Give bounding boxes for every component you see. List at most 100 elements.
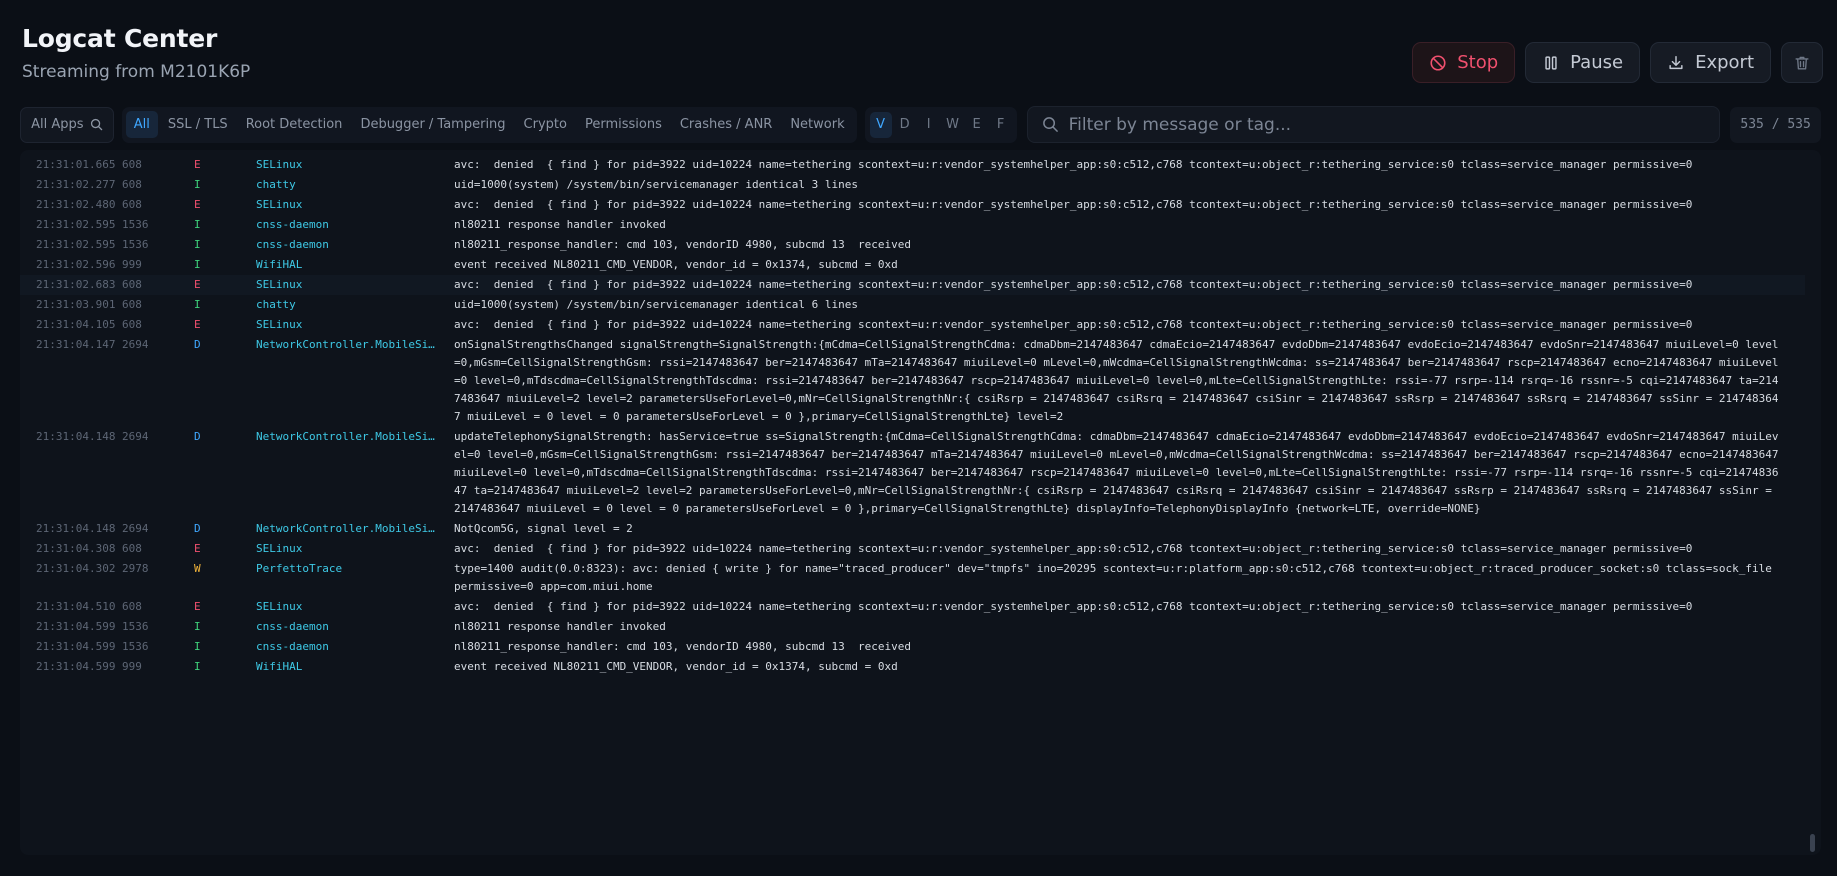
log-level: E	[194, 278, 201, 291]
log-pid: 1536	[122, 620, 149, 633]
log-pid: 608	[122, 158, 142, 171]
app-filter-dropdown[interactable]: All Apps	[20, 106, 114, 143]
log-time: 21:31:04.148	[36, 430, 116, 443]
log-tag: SELinux	[256, 542, 303, 555]
filter-input[interactable]	[1068, 114, 1709, 135]
log-row[interactable]: 21:31:04.148 2694 D NetworkController.Mobil…	[20, 519, 1805, 539]
log-pid: 2694	[122, 338, 149, 351]
log-level: I	[194, 178, 201, 191]
log-row[interactable]: 21:31:04.147 2694 D NetworkController.Mobil…	[20, 335, 1805, 427]
header-actions: Stop Pause Export	[1412, 42, 1823, 83]
log-pid: 608	[122, 542, 142, 555]
log-tag: cnss-daemon	[256, 238, 329, 251]
log-view[interactable]: 21:31:01.665 608 E SELinux avc: denied { fin…	[20, 150, 1821, 855]
log-time: 21:31:02.683	[36, 278, 116, 291]
log-level: I	[194, 640, 201, 653]
level-verbose[interactable]: V	[869, 111, 892, 138]
log-row[interactable]: 21:31:04.599 1536 Icnss-daemon nl80211_resp…	[20, 637, 1805, 657]
log-level: E	[194, 542, 201, 555]
pause-label: Pause	[1570, 52, 1624, 73]
log-row[interactable]: 21:31:02.595 1536 Icnss-daemon nl80211_resp…	[20, 235, 1805, 255]
log-row[interactable]: 21:31:02.683 608 E SELinux avc: denied { fin…	[20, 275, 1805, 295]
log-pid: 1536	[122, 238, 149, 251]
level-fatal[interactable]: F	[990, 112, 1012, 138]
log-row[interactable]: 21:31:02.595 1536 Icnss-daemon nl80211 resp…	[20, 215, 1805, 235]
log-tag: NetworkController.MobileSi…	[256, 522, 435, 535]
log-row[interactable]: 21:31:04.510 608 E SELinux avc: denied { fin…	[20, 597, 1805, 617]
log-pid: 608	[122, 318, 142, 331]
tab-network[interactable]: Network	[782, 111, 852, 138]
export-button[interactable]: Export	[1650, 42, 1771, 83]
log-message: avc: denied { find } for pid=3922 uid=10…	[454, 600, 1693, 613]
log-row[interactable]: 21:31:04.302 2978 W PerfettoTrace type=1400 …	[20, 559, 1805, 597]
tab-all[interactable]: All	[125, 111, 158, 138]
level-warn[interactable]: W	[942, 112, 964, 138]
filter-toolbar: All Apps All SSL / TLS Root Detection De…	[20, 106, 1821, 143]
log-pid: 608	[122, 600, 142, 613]
log-message: uid=1000(system) /system/bin/servicemana…	[454, 298, 858, 311]
log-pid: 999	[122, 660, 142, 673]
log-row[interactable]: 21:31:04.599 999 I WifiHAL event received NL…	[20, 657, 1805, 677]
level-error[interactable]: E	[966, 112, 988, 138]
log-message: type=1400 audit(0.0:8323): avc: denied {…	[454, 562, 1779, 593]
log-tag: chatty	[256, 298, 296, 311]
log-pid: 2978	[122, 562, 149, 575]
log-message: avc: denied { find } for pid=3922 uid=10…	[454, 278, 1693, 291]
log-level: I	[194, 298, 201, 311]
log-level: I	[194, 218, 201, 231]
pause-button[interactable]: Pause	[1525, 42, 1641, 83]
log-tag: WifiHAL	[256, 660, 303, 673]
log-row[interactable]: 21:31:02.480 608 E SELinux avc: denied { fin…	[20, 195, 1805, 215]
log-level: D	[194, 522, 201, 535]
device-subtitle: Streaming from M2101K6P	[22, 62, 251, 82]
log-tag: WifiHAL	[256, 258, 303, 271]
log-row[interactable]: 21:31:04.308 608 E SELinux avc: denied { fin…	[20, 539, 1805, 559]
tab-debugger-tampering[interactable]: Debugger / Tampering	[352, 111, 513, 138]
log-row[interactable]: 21:31:03.901 608 Ichatty uid=1000(system) /…	[20, 295, 1805, 315]
log-time: 21:31:04.148	[36, 522, 116, 535]
log-time: 21:31:02.480	[36, 198, 116, 211]
log-row[interactable]: 21:31:04.599 1536 Icnss-daemon nl80211 resp…	[20, 617, 1805, 637]
log-row[interactable]: 21:31:02.596 999 I WifiHAL event received NL…	[20, 255, 1805, 275]
log-tag: SELinux	[256, 278, 303, 291]
log-time: 21:31:02.595	[36, 218, 116, 231]
log-pid: 1536	[122, 218, 149, 231]
log-tag: NetworkController.MobileSi…	[256, 430, 435, 443]
log-tag: SELinux	[256, 198, 303, 211]
log-time: 21:31:02.277	[36, 178, 116, 191]
log-message: nl80211 response handler invoked	[454, 218, 666, 231]
log-message: nl80211_response_handler: cmd 103, vendo…	[454, 640, 911, 653]
log-time: 21:31:04.105	[36, 318, 116, 331]
tab-permissions[interactable]: Permissions	[577, 111, 670, 138]
log-message: updateTelephonySignalStrength: hasServic…	[454, 430, 1786, 515]
log-message: uid=1000(system) /system/bin/servicemana…	[454, 178, 858, 191]
log-level: I	[194, 660, 201, 673]
clear-button[interactable]	[1781, 42, 1823, 83]
level-debug[interactable]: D	[894, 112, 916, 138]
log-time: 21:31:04.599	[36, 660, 116, 673]
row-count: 535 / 535	[1730, 106, 1821, 143]
log-row[interactable]: 21:31:02.277 608 Ichatty uid=1000(system) /…	[20, 175, 1805, 195]
log-time: 21:31:01.665	[36, 158, 116, 171]
tab-ssl-tls[interactable]: SSL / TLS	[160, 111, 236, 138]
log-pid: 1536	[122, 640, 149, 653]
tab-crypto[interactable]: Crypto	[516, 111, 575, 138]
log-row[interactable]: 21:31:04.105 608 E SELinux avc: denied { fin…	[20, 315, 1805, 335]
pause-icon	[1545, 55, 1557, 70]
stop-button[interactable]: Stop	[1412, 42, 1516, 83]
log-time: 21:31:02.596	[36, 258, 116, 271]
log-row[interactable]: 21:31:04.148 2694 D NetworkController.Mobil…	[20, 427, 1805, 519]
tab-root-detection[interactable]: Root Detection	[238, 111, 351, 138]
log-level: E	[194, 158, 201, 171]
app-filter-label: All Apps	[31, 117, 84, 132]
log-tag: cnss-daemon	[256, 218, 329, 231]
scrollbar[interactable]	[1810, 834, 1815, 852]
log-message: nl80211_response_handler: cmd 103, vendo…	[454, 238, 911, 251]
tab-crashes-anr[interactable]: Crashes / ANR	[672, 111, 780, 138]
log-tag: cnss-daemon	[256, 620, 329, 633]
stop-label: Stop	[1457, 52, 1499, 73]
log-tag: PerfettoTrace	[256, 562, 343, 575]
log-row[interactable]: 21:31:01.665 608 E SELinux avc: denied { fin…	[20, 155, 1805, 175]
log-message: nl80211 response handler invoked	[454, 620, 666, 633]
level-info[interactable]: I	[918, 112, 940, 138]
